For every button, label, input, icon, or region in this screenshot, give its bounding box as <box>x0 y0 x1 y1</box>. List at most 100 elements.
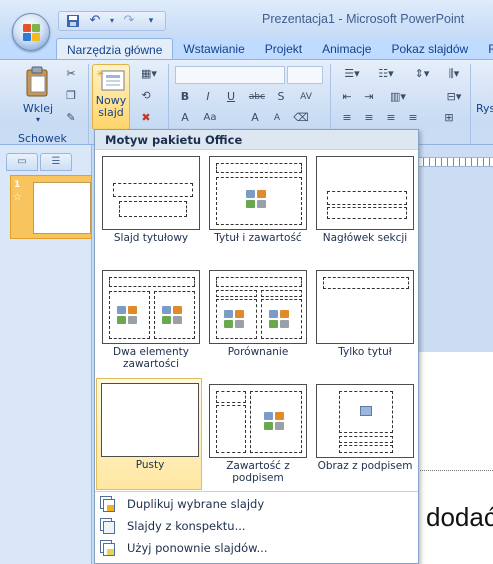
window-title: Prezentacja1 - Microsoft PowerPoint <box>262 12 465 26</box>
slide-body-text[interactable]: dodać <box>426 502 493 533</box>
reuse-slides-icon <box>99 540 117 557</box>
line-spacing-icon[interactable]: ⇕▾ <box>408 66 436 82</box>
drawing-button-partial[interactable]: Rys <box>476 102 493 115</box>
layout-blank[interactable]: Pusty <box>96 378 202 490</box>
save-icon[interactable] <box>65 14 81 28</box>
shrink-font-button[interactable]: A <box>268 110 286 126</box>
layout-name: Porównanie <box>227 346 289 358</box>
caption-text-placeholder <box>216 405 246 453</box>
italic-button[interactable]: I <box>199 89 217 105</box>
tab-slideshow[interactable]: Pokaz slajdów <box>381 38 478 60</box>
layout-picture-caption[interactable]: Obraz z podpisem <box>312 380 418 492</box>
subtitle-placeholder <box>119 201 187 217</box>
tab-review[interactable]: R <box>478 38 493 60</box>
text-direction-icon[interactable]: ⫼▾ <box>440 66 468 82</box>
transition-star-icon: ☆ <box>13 192 22 203</box>
gallery-header: Motyw pakietu Office <box>95 130 418 150</box>
change-case-button[interactable]: Aa <box>199 110 221 126</box>
increase-indent-icon[interactable]: ⇥ <box>360 89 378 105</box>
cut-icon[interactable]: ✂ <box>62 66 80 82</box>
undo-dropdown-icon[interactable]: ▾ <box>109 14 115 28</box>
tab-home[interactable]: Narzędzia główne <box>56 38 174 60</box>
menu-label: Użyj ponownie slajdów... <box>127 541 268 555</box>
office-button[interactable] <box>12 13 50 51</box>
strikethrough-button[interactable]: abc <box>245 89 269 105</box>
outline-slides-icon <box>99 518 117 535</box>
ribbon-tabs: Narzędzia główne Wstawianie Projekt Anim… <box>56 38 493 60</box>
paste-button[interactable]: Wklej ▾ <box>18 66 58 124</box>
numbering-icon[interactable]: ☷▾ <box>372 66 400 82</box>
layout-icon[interactable]: ▦▾ <box>137 66 161 82</box>
layout-preview <box>316 156 414 230</box>
align-right-icon[interactable]: ≡ <box>382 110 400 126</box>
layout-name: Tytuł i zawartość <box>214 232 302 244</box>
slide-number: 1 <box>14 180 21 190</box>
layout-comparison[interactable]: Porównanie <box>205 266 311 378</box>
smartart-icon[interactable]: ⊞ <box>440 110 458 126</box>
font-size-box[interactable] <box>287 66 323 84</box>
menu-reuse-slides[interactable]: Użyj ponownie slajdów... <box>95 538 418 559</box>
slide-thumbnail[interactable] <box>33 182 91 234</box>
outline-tab[interactable]: ☰ <box>40 153 72 171</box>
bold-button[interactable]: B <box>176 89 194 105</box>
text-placeholder <box>327 207 407 219</box>
slides-tab[interactable]: ▭ <box>6 153 38 171</box>
layout-title-only[interactable]: Tylko tytuł <box>312 266 418 378</box>
layout-two-content[interactable]: Dwa elementy zawartości <box>98 266 204 378</box>
horizontal-ruler <box>412 157 493 167</box>
layout-preview <box>101 383 199 457</box>
columns-icon[interactable]: ▥▾ <box>384 89 412 105</box>
layout-title-slide[interactable]: Slajd tytułowy <box>98 152 204 264</box>
layout-name: Dwa elementy zawartości <box>113 346 189 370</box>
tab-animations[interactable]: Animacje <box>312 38 381 60</box>
layout-name: Nagłówek sekcji <box>322 232 408 244</box>
slide-thumbnail-selected[interactable]: 1 ☆ <box>10 175 92 239</box>
undo-icon[interactable]: ↶ <box>87 14 103 28</box>
clipboard-group-label: Schowek <box>18 132 67 145</box>
align-center-icon[interactable]: ≡ <box>360 110 378 126</box>
picture-placeholder <box>339 391 393 433</box>
spacing-button[interactable]: AV <box>294 89 318 105</box>
copy-icon[interactable]: ❐ <box>62 88 80 104</box>
layout-title-content[interactable]: Tytuł i zawartość <box>205 152 311 264</box>
layout-content-caption[interactable]: Zawartość z podpisem <box>205 380 311 492</box>
tab-insert[interactable]: Wstawianie <box>173 38 254 60</box>
title-placeholder <box>216 163 302 173</box>
layout-preview <box>209 270 307 344</box>
customize-icon[interactable]: ▾ <box>143 14 159 28</box>
title-placeholder <box>327 191 407 205</box>
font-name-box[interactable] <box>175 66 285 84</box>
grow-font-button[interactable]: A <box>246 110 264 126</box>
title-bar: ↶ ▾ ↷ ▾ Prezentacja1 - Microsoft PowerPo… <box>0 0 493 51</box>
bullets-icon[interactable]: ☰▾ <box>338 66 366 82</box>
tab-design[interactable]: Projekt <box>255 38 312 60</box>
format-painter-icon[interactable]: ✎ <box>62 110 80 126</box>
menu-slides-from-outline[interactable]: Slajdy z konspektu... <box>95 516 418 537</box>
align-left-icon[interactable]: ≡ <box>338 110 356 126</box>
layout-preview <box>316 384 414 458</box>
reset-icon[interactable]: ⟲ <box>137 88 155 104</box>
header-placeholder-right <box>261 290 302 297</box>
menu-label: Duplikuj wybrane slajdy <box>127 497 265 511</box>
menu-duplicate-slides[interactable]: Duplikuj wybrane slajdy <box>95 494 418 515</box>
content-icons <box>246 190 272 210</box>
quick-access-toolbar: ↶ ▾ ↷ ▾ <box>58 11 166 31</box>
layout-preview <box>209 156 307 230</box>
content-placeholder <box>250 391 302 453</box>
decrease-indent-icon[interactable]: ⇤ <box>338 89 356 105</box>
redo-icon[interactable]: ↷ <box>121 14 137 28</box>
title-placeholder <box>323 277 409 289</box>
underline-button[interactable]: U <box>222 89 240 105</box>
font-color-button[interactable]: A <box>176 110 194 126</box>
layout-section-header[interactable]: Nagłówek sekcji <box>312 152 418 264</box>
justify-icon[interactable]: ≡ <box>404 110 422 126</box>
shadow-button[interactable]: S <box>272 89 290 105</box>
layout-name: Slajd tytułowy <box>113 232 189 244</box>
group-separator <box>88 64 89 144</box>
layout-preview <box>209 384 307 458</box>
layout-name: Zawartość z podpisem <box>226 460 290 484</box>
clear-format-icon[interactable]: ⌫ <box>292 110 310 126</box>
align-text-icon[interactable]: ⊟▾ <box>440 89 468 105</box>
new-slide-button[interactable]: ✳ Nowy slajd <box>92 64 130 130</box>
delete-slide-icon[interactable]: ✖ <box>137 110 155 126</box>
